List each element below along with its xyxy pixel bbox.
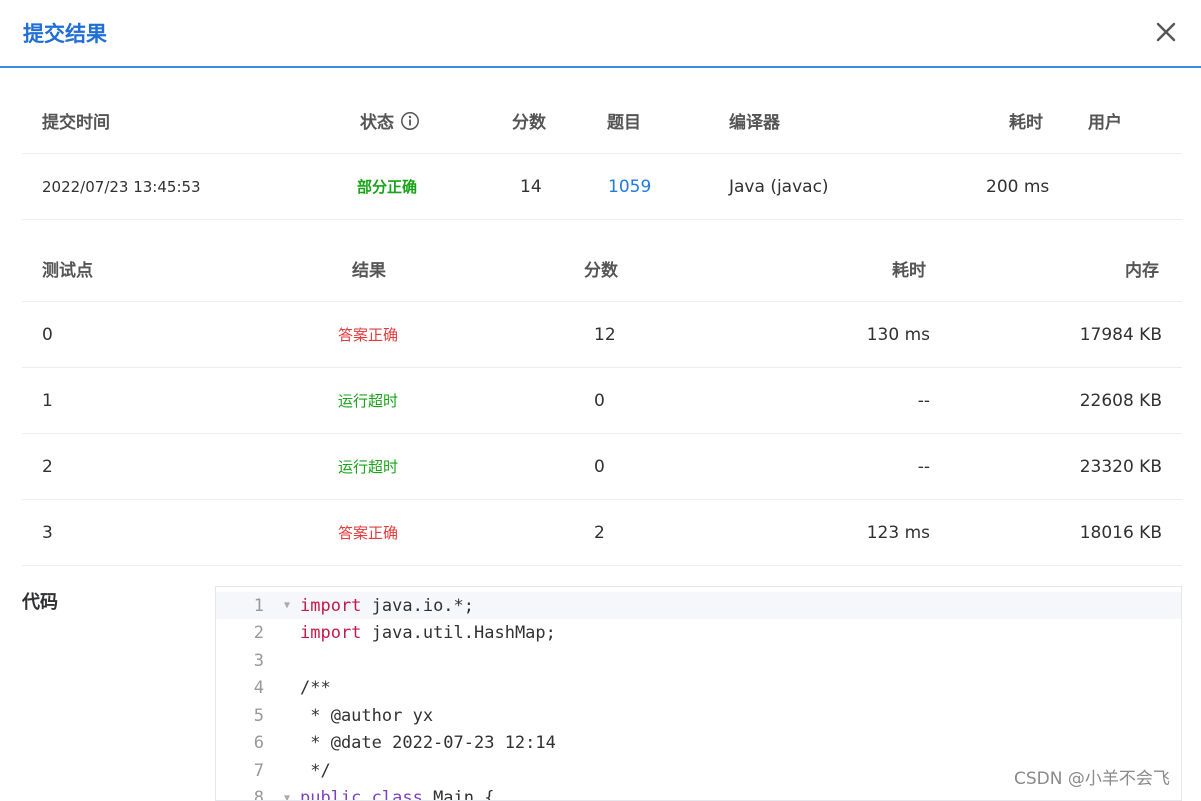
code-keyword: import [300, 596, 361, 616]
fold-arrow-icon[interactable]: ▼ [284, 600, 290, 611]
watermark: CSDN @小羊不会飞 [1014, 764, 1170, 789]
code-rest: Main { [423, 788, 495, 801]
code-text: import java.io.*; [300, 596, 474, 616]
header-score: 分数 [512, 88, 546, 153]
code-text: * @author yx [300, 706, 433, 726]
testcase-memory: 23320 KB [1080, 434, 1162, 499]
testcase-result-badge: 答案正确 [338, 302, 398, 367]
code-line: 3 [216, 647, 1181, 674]
table-row: 3 答案正确 2 123 ms 18016 KB [22, 500, 1182, 566]
testcase-elapsed: 123 ms [867, 500, 930, 565]
testcase-score: 12 [594, 302, 616, 367]
code-keyword: import [300, 623, 361, 643]
table-row: 1 运行超时 0 -- 22608 KB [22, 368, 1182, 434]
testcase-score: 0 [594, 434, 605, 499]
code-label: 代码 [22, 588, 58, 614]
testcase-score: 0 [594, 368, 605, 433]
dialog-header: 提交结果 [0, 0, 1201, 68]
testcase-result-badge: 运行超时 [338, 434, 398, 499]
testcase-elapsed: -- [918, 434, 930, 499]
header-testcase-elapsed: 耗时 [892, 236, 926, 301]
testcase-id: 1 [42, 368, 53, 433]
submission-header-row: 提交时间 状态 分数 题目 编译器 耗时 用户 [22, 88, 1182, 154]
line-number: 2 [224, 623, 264, 643]
problem-link[interactable]: 1059 [608, 154, 651, 219]
header-compiler: 编译器 [729, 88, 780, 153]
header-status: 状态 [360, 88, 420, 153]
header-problem: 题目 [607, 88, 641, 153]
submission-elapsed: 200 ms [986, 154, 1049, 219]
line-number: 8 [224, 788, 264, 801]
testcase-memory: 18016 KB [1080, 500, 1162, 565]
testcase-id: 2 [42, 434, 53, 499]
line-number: 1 [224, 596, 264, 616]
header-testcase-score: 分数 [584, 236, 618, 301]
header-status-label: 状态 [360, 108, 394, 133]
code-line: 5 * @author yx [216, 702, 1181, 729]
code-text: */ [300, 761, 331, 781]
submission-compiler: Java (javac) [729, 154, 829, 219]
line-number: 4 [224, 678, 264, 698]
code-line: 2 import java.util.HashMap; [216, 620, 1181, 647]
table-row: 0 答案正确 12 130 ms 17984 KB [22, 302, 1182, 368]
testcase-header-row: 测试点 结果 分数 耗时 内存 [22, 236, 1182, 302]
info-icon[interactable] [400, 111, 420, 131]
close-button[interactable] [1150, 16, 1182, 48]
submission-row: 2022/07/23 13:45:53 部分正确 14 1059 Java (j… [22, 154, 1182, 220]
code-rest: * @author yx [300, 706, 433, 726]
line-number: 5 [224, 706, 264, 726]
testcase-memory: 17984 KB [1080, 302, 1162, 367]
submission-time: 2022/07/23 13:45:53 [42, 154, 201, 219]
testcase-id: 0 [42, 302, 53, 367]
header-time: 提交时间 [42, 88, 110, 153]
code-rest: java.io.*; [361, 596, 474, 616]
testcase-memory: 22608 KB [1080, 368, 1162, 433]
code-rest: /** [300, 678, 331, 698]
testcase-result-badge: 运行超时 [338, 368, 398, 433]
header-testcase-memory: 内存 [1125, 236, 1159, 301]
code-rest: */ [300, 761, 331, 781]
table-row: 2 运行超时 0 -- 23320 KB [22, 434, 1182, 500]
line-number: 3 [224, 651, 264, 671]
submission-result-dialog: 提交结果 提交时间 状态 分数 题目 [0, 0, 1201, 796]
testcase-elapsed: -- [918, 368, 930, 433]
code-text: /** [300, 678, 331, 698]
line-number: 6 [224, 733, 264, 753]
code-text: public class Main { [300, 788, 494, 801]
code-line: 4 /** [216, 675, 1181, 702]
testcase-score: 2 [594, 500, 605, 565]
submission-score: 14 [520, 154, 542, 219]
code-keyword: public class [300, 788, 423, 801]
testcase-id: 3 [42, 500, 53, 565]
header-testcase-id: 测试点 [42, 236, 93, 301]
code-text: import java.util.HashMap; [300, 623, 556, 643]
close-icon [1150, 16, 1182, 48]
testcase-result-badge: 答案正确 [338, 500, 398, 565]
code-text: * @date 2022-07-23 12:14 [300, 733, 556, 753]
dialog-title: 提交结果 [23, 18, 107, 48]
code-rest: * @date 2022-07-23 12:14 [300, 733, 556, 753]
testcase-elapsed: 130 ms [867, 302, 930, 367]
code-line: 6 * @date 2022-07-23 12:14 [216, 730, 1181, 757]
header-user: 用户 [1088, 88, 1122, 153]
code-line: 1 ▼ import java.io.*; [216, 592, 1181, 619]
line-number: 7 [224, 761, 264, 781]
fold-arrow-icon[interactable]: ▼ [284, 793, 290, 801]
header-testcase-result: 结果 [352, 236, 386, 301]
header-elapsed: 耗时 [1009, 88, 1043, 153]
submission-status-badge: 部分正确 [357, 154, 417, 219]
code-rest: java.util.HashMap; [361, 623, 555, 643]
